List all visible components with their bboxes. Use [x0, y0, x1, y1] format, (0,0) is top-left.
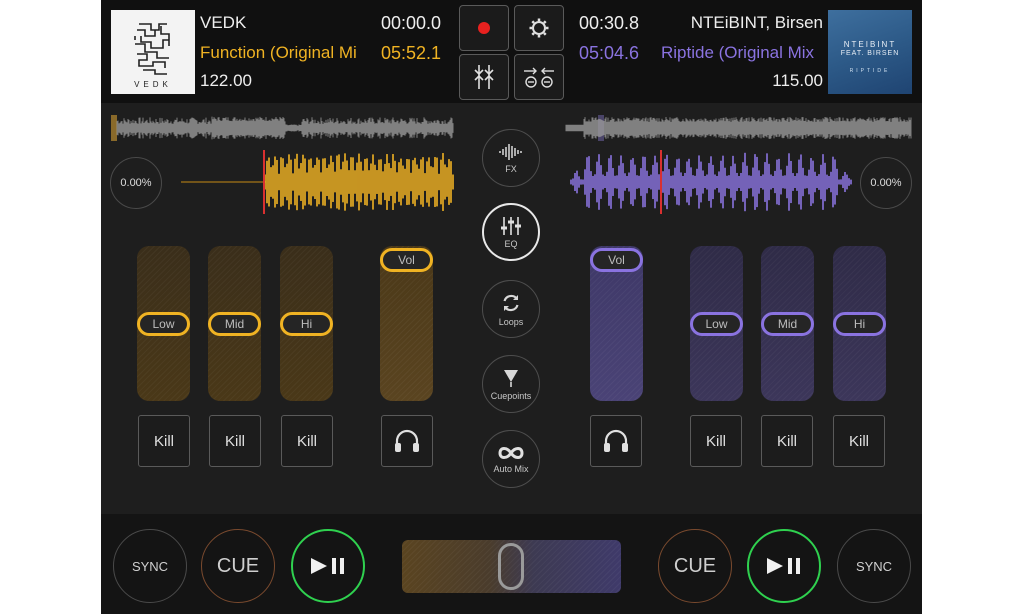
- cuepoints-label: Cuepoints: [490, 390, 532, 401]
- left-volume-knob[interactable]: Vol: [380, 248, 433, 272]
- right-remaining-time: 05:04.6: [579, 43, 640, 63]
- right-volume-knob[interactable]: Vol: [590, 248, 643, 272]
- left-kill-hi-button[interactable]: Kill: [281, 415, 333, 467]
- left-title: Function (Original Mi: [200, 43, 357, 62]
- cuepoint-icon: [504, 369, 518, 387]
- crossfader-handle[interactable]: [498, 543, 524, 590]
- left-eq-mid-knob[interactable]: Mid: [208, 312, 261, 336]
- mixer-icon: [474, 65, 494, 89]
- automix-label: Auto Mix: [493, 463, 529, 474]
- left-album-art[interactable]: VEDK: [111, 10, 195, 94]
- left-overview-waveform[interactable]: [116, 116, 454, 140]
- waveform-icon: [499, 143, 522, 160]
- left-pitch-control[interactable]: 0.00%: [110, 157, 162, 209]
- right-play-pause-button[interactable]: [747, 529, 821, 603]
- left-headphones-button[interactable]: [381, 415, 433, 467]
- left-artist: VEDK: [200, 13, 247, 32]
- loop-icon: [503, 294, 519, 311]
- gear-icon: [529, 18, 549, 38]
- top-bar: VEDK VEDK Function (Original Mi 122.00 0…: [101, 0, 922, 103]
- left-album-art-label: VEDK: [134, 80, 172, 89]
- left-remaining-time: 05:52.1: [380, 43, 441, 63]
- loops-label: Loops: [498, 316, 524, 327]
- right-elapsed-time: 00:30.8: [579, 13, 640, 33]
- fx-button[interactable]: FX: [482, 129, 540, 187]
- left-zoom-waveform[interactable]: [264, 153, 454, 211]
- left-playhead-marker: [263, 150, 265, 214]
- right-album-art-label-1: NTEIBINT: [843, 40, 897, 49]
- loops-button[interactable]: Loops: [482, 280, 540, 338]
- headphones-icon: [604, 429, 628, 452]
- right-overview-waveform[interactable]: [565, 117, 912, 139]
- play-pause-icon: [311, 558, 344, 574]
- sync-view-button[interactable]: [514, 54, 564, 100]
- infinity-icon: [498, 446, 524, 459]
- headphones-icon: [395, 429, 419, 452]
- fx-label: FX: [505, 163, 517, 174]
- left-kill-mid-button[interactable]: Kill: [209, 415, 261, 467]
- sync-arrows-icon: [524, 67, 554, 88]
- right-kill-hi-button[interactable]: Kill: [833, 415, 885, 467]
- left-elapsed-time: 00:00.0: [380, 13, 441, 33]
- right-eq-mid-knob[interactable]: Mid: [761, 312, 814, 336]
- eq-label: EQ: [504, 238, 518, 249]
- cuepoints-button[interactable]: Cuepoints: [482, 355, 540, 413]
- right-bpm: 115.00: [772, 71, 823, 90]
- settings-button[interactable]: [514, 5, 564, 51]
- right-album-art-label-2: FEAT. BIRSEN: [840, 50, 900, 57]
- mixer-view-button[interactable]: [459, 54, 509, 100]
- right-kill-mid-button[interactable]: Kill: [761, 415, 813, 467]
- right-playhead-marker: [660, 150, 662, 214]
- dj-app: VEDK VEDK Function (Original Mi 122.00 0…: [101, 0, 922, 614]
- right-title: Riptide (Original Mix: [661, 43, 815, 62]
- play-pause-icon: [767, 558, 800, 574]
- right-artist: NTEiBINT, Birsen: [690, 13, 823, 32]
- right-headphones-button[interactable]: [590, 415, 642, 467]
- left-overview-playhead: [111, 115, 117, 141]
- left-eq-low-knob[interactable]: Low: [137, 312, 190, 336]
- right-album-art[interactable]: NTEIBINT FEAT. BIRSEN RIPTIDE: [828, 10, 912, 94]
- right-album-art-label-3: RIPTIDE: [849, 68, 891, 74]
- right-eq-hi-knob[interactable]: Hi: [833, 312, 886, 336]
- right-zoom-waveform[interactable]: [570, 152, 852, 212]
- left-kill-low-button[interactable]: Kill: [138, 415, 190, 467]
- right-eq-low-knob[interactable]: Low: [690, 312, 743, 336]
- record-button[interactable]: [459, 5, 509, 51]
- left-play-pause-button[interactable]: [291, 529, 365, 603]
- crossfader[interactable]: [402, 540, 621, 593]
- eq-button[interactable]: EQ: [482, 203, 540, 261]
- eq-sliders-icon: [501, 216, 521, 235]
- left-eq-hi-knob[interactable]: Hi: [280, 312, 333, 336]
- right-cue-button[interactable]: CUE: [658, 529, 732, 603]
- right-pitch-control[interactable]: 0.00%: [860, 157, 912, 209]
- right-sync-button[interactable]: SYNC: [837, 529, 911, 603]
- record-icon: [478, 22, 490, 34]
- right-kill-low-button[interactable]: Kill: [690, 415, 742, 467]
- left-cue-button[interactable]: CUE: [201, 529, 275, 603]
- left-bpm: 122.00: [200, 71, 252, 90]
- left-sync-button[interactable]: SYNC: [113, 529, 187, 603]
- automix-button[interactable]: Auto Mix: [482, 430, 540, 488]
